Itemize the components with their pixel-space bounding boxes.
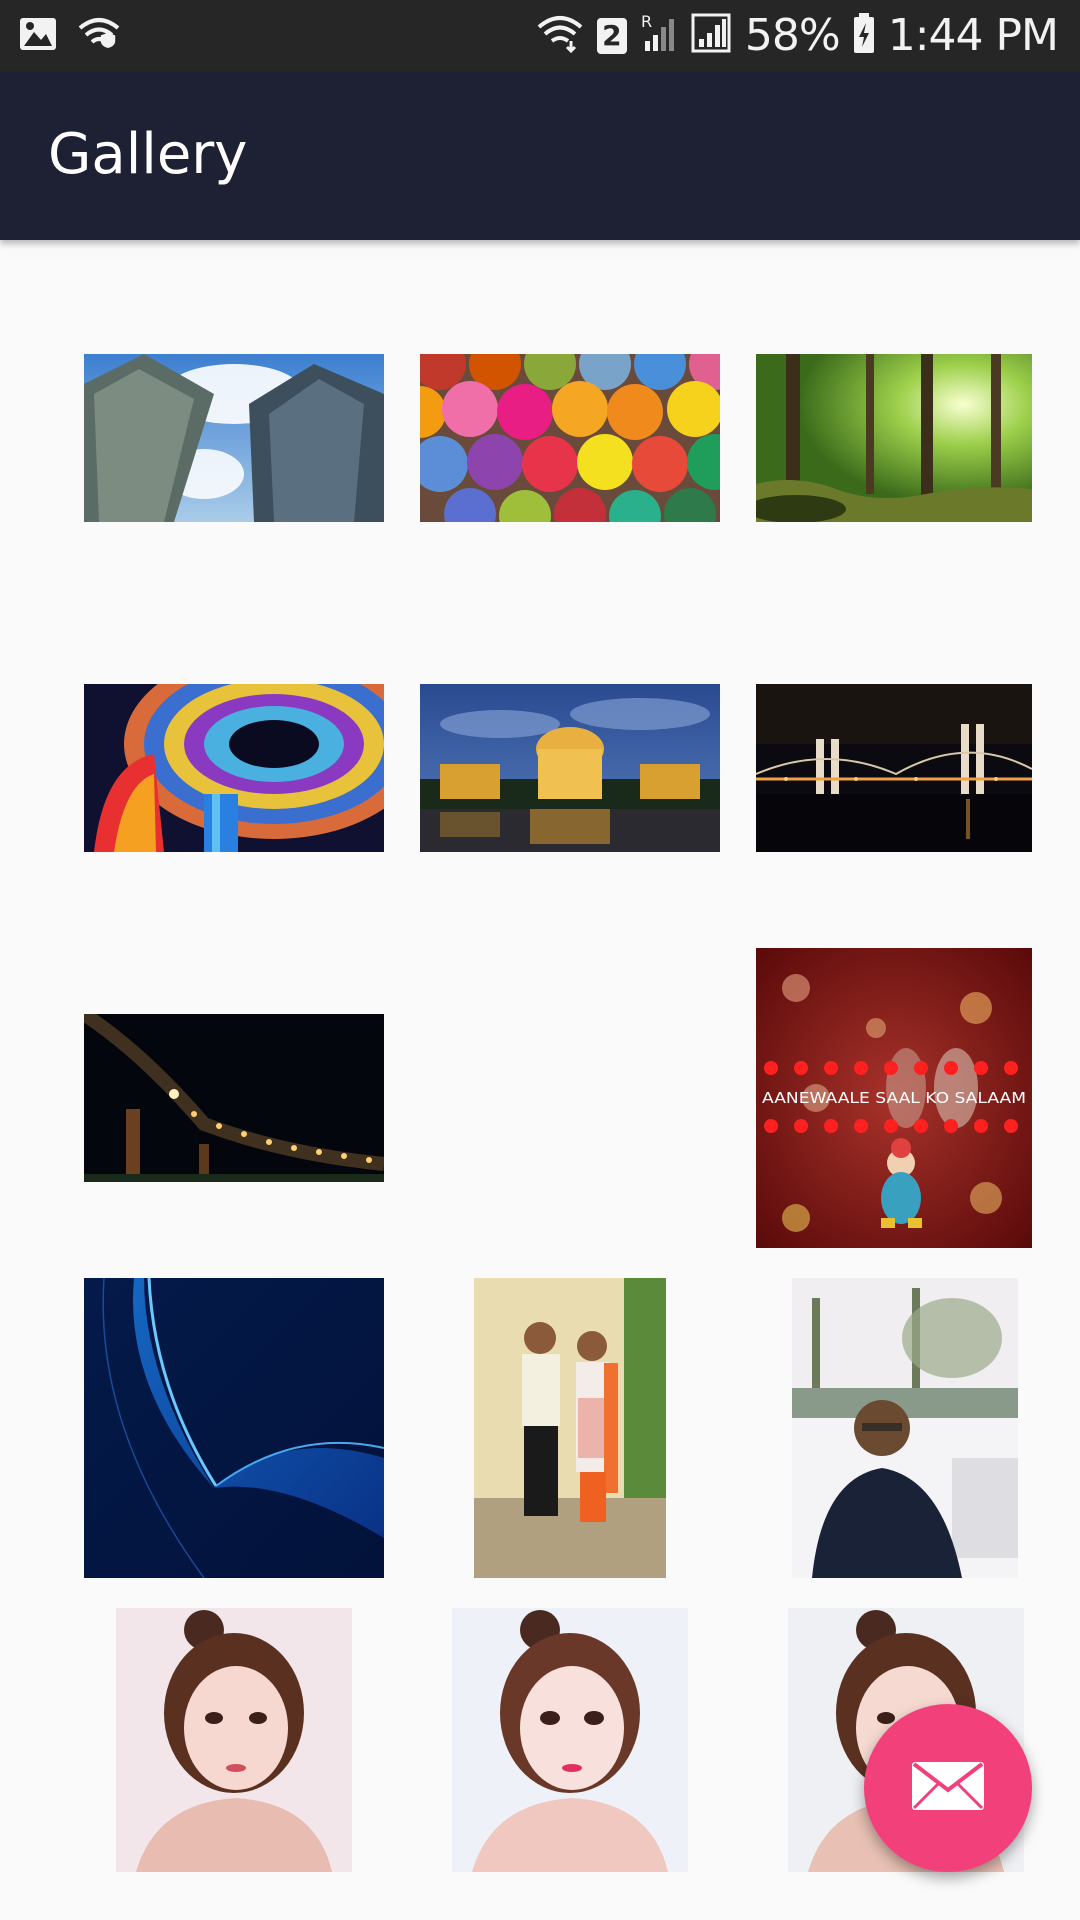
image-palace-night[interactable] [420, 684, 720, 852]
wifi-data-icon [535, 11, 585, 60]
sim-2-icon: 2 [596, 17, 627, 54]
battery-percent: 58% [744, 10, 841, 61]
app-bar: Gallery [0, 72, 1080, 240]
image-yarn-balls[interactable] [420, 354, 720, 522]
image-forest[interactable] [756, 354, 1032, 522]
status-bar: 2 R 58% 1:44 PM [0, 0, 1080, 72]
image-hearts-greeting[interactable]: AANEWAALE SAAL KO SALAAM [756, 948, 1032, 1248]
image-girl-portrait-1[interactable] [116, 1608, 352, 1872]
image-girl-portrait-2[interactable] [452, 1608, 688, 1872]
image-overpass-lights[interactable] [84, 1014, 384, 1182]
image-blue-wave[interactable] [84, 1278, 384, 1578]
page-title: Gallery [48, 122, 248, 187]
image-stained-glass-dome[interactable] [84, 684, 384, 852]
mail-icon [910, 1760, 986, 1817]
image-couple-portrait[interactable] [474, 1278, 666, 1578]
greeting-overlay-text: AANEWAALE SAAL KO SALAAM [762, 1089, 1026, 1107]
roaming-signal-icon: R [639, 11, 679, 60]
compose-mail-button[interactable] [864, 1704, 1032, 1872]
image-icon [18, 14, 58, 59]
image-bridge-night[interactable] [756, 684, 1032, 852]
gallery-grid: AANEWAALE SAAL KO SALAAM [0, 240, 1080, 1920]
signal-icon [691, 11, 733, 60]
image-man-selfie[interactable] [792, 1278, 1018, 1578]
status-time: 1:44 PM [887, 10, 1059, 61]
wifi-secure-icon [76, 14, 122, 59]
image-skyscrapers[interactable] [84, 354, 384, 522]
battery-charging-icon [852, 11, 876, 60]
svg-text:R: R [641, 12, 652, 31]
